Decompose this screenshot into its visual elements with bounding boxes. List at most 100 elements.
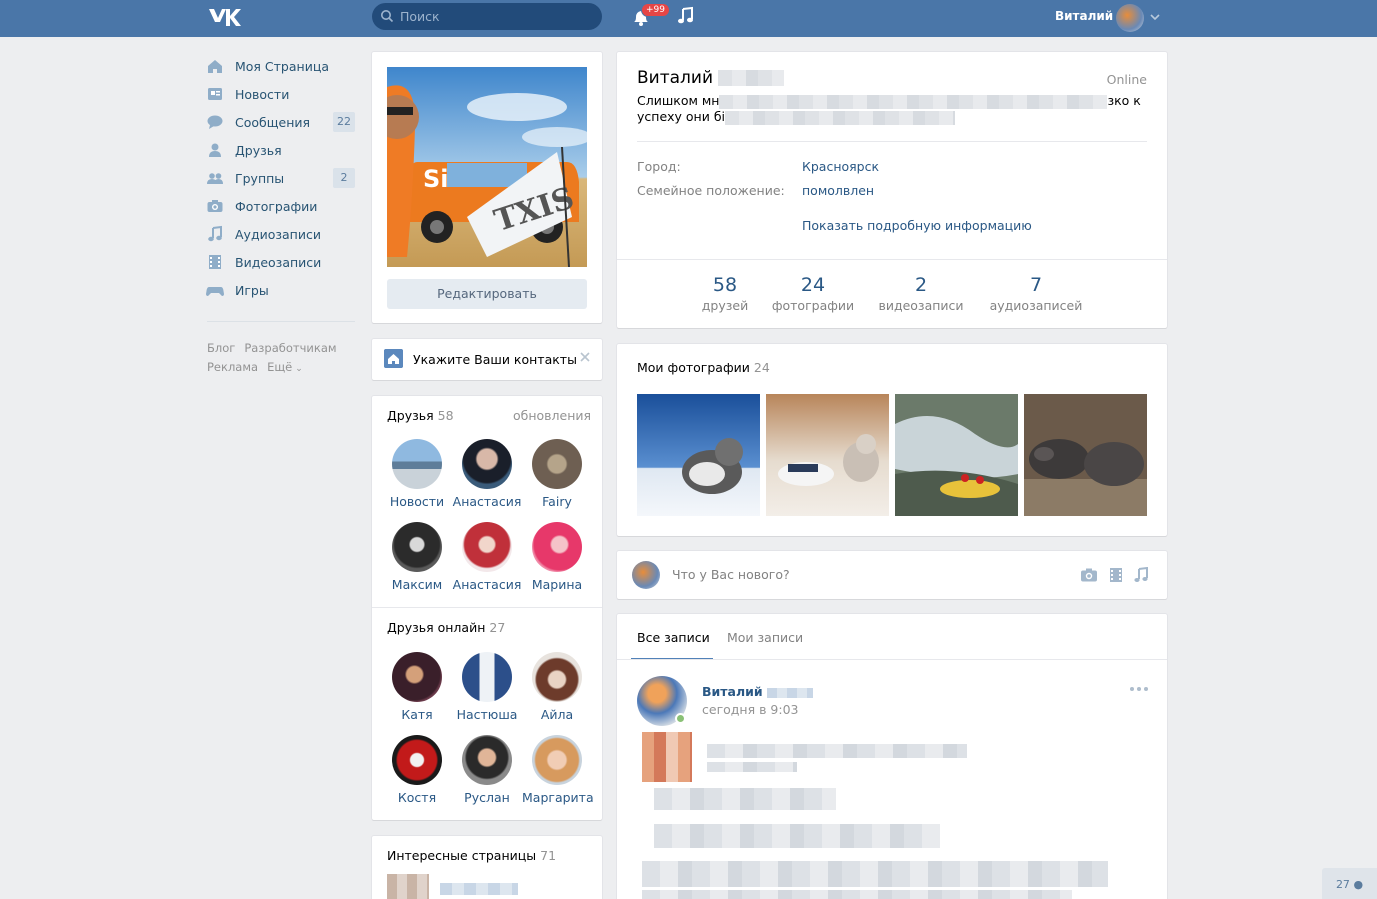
counter-videos[interactable]: 2 видеозаписи <box>875 274 967 313</box>
photo-thumbnail[interactable] <box>766 394 889 516</box>
info-label: Семейное положение: <box>637 183 785 198</box>
header-avatar[interactable] <box>1116 4 1144 32</box>
header-user-name[interactable]: Виталий <box>1055 9 1113 23</box>
vk-logo-icon[interactable] <box>207 6 241 28</box>
chevron-down-icon[interactable]: ⌄ <box>295 364 303 374</box>
friend-online-item[interactable]: Катя <box>382 652 452 722</box>
friend-item[interactable]: Максим <box>382 522 452 592</box>
friend-online-item[interactable]: Настюша <box>452 652 522 722</box>
photo-thumbnail[interactable] <box>637 394 760 516</box>
friends-count: 58 <box>437 408 454 423</box>
friend-name: Маргарита <box>522 790 594 805</box>
blurred-block <box>707 762 797 772</box>
sidebar-item-label: Новости <box>235 86 290 102</box>
photo-cat-snow <box>637 394 760 516</box>
close-icon[interactable] <box>578 350 592 364</box>
counter-label: аудиозаписей <box>989 298 1083 313</box>
sidebar-item-audio[interactable]: Аудиозаписи <box>205 220 355 248</box>
counter-label: друзей <box>701 298 749 313</box>
online-status: Online <box>1106 72 1147 87</box>
interesting-page-name-blurred <box>440 883 518 895</box>
profile-name: Виталий <box>637 68 785 88</box>
profile-photo[interactable]: Si TXIS <box>387 67 587 267</box>
groups-count-badge: 2 <box>333 168 355 188</box>
search-placeholder: Поиск <box>400 9 440 24</box>
sidebar-item-my-page[interactable]: Моя Страница <box>205 52 355 80</box>
friends-updates-link[interactable]: обновления <box>513 408 591 423</box>
info-value-link[interactable]: помолвлен <box>802 183 874 198</box>
friends-online-title[interactable]: Друзья онлайн 27 <box>387 620 505 635</box>
friend-name: Новости <box>389 494 445 509</box>
counter-number: 24 <box>800 274 826 296</box>
online-count-badge[interactable]: 27 ● <box>1322 868 1377 899</box>
counter-audio[interactable]: 7 аудиозаписей <box>986 274 1086 313</box>
sidebar-item-photos[interactable]: Фотографии <box>205 192 355 220</box>
search-input[interactable]: Поиск <box>372 3 602 30</box>
avatar <box>462 652 512 702</box>
avatar <box>532 652 582 702</box>
sidebar-item-messages[interactable]: Сообщения 22 <box>205 108 355 136</box>
edit-profile-button[interactable]: Редактировать <box>387 279 587 309</box>
sidebar-item-friends[interactable]: Друзья <box>205 136 355 164</box>
my-photos-title[interactable]: Мои фотографии 24 <box>637 360 770 375</box>
blurred-status-text <box>719 94 1108 109</box>
sidebar-footer-links: Блог Разработчикам Реклама Ещё ⌄ <box>205 339 355 379</box>
film-icon[interactable] <box>1107 567 1125 583</box>
sidebar-item-video[interactable]: Видеозаписи <box>205 248 355 276</box>
footer-link-developers[interactable]: Разработчикам <box>244 341 336 355</box>
counter-number: 58 <box>712 274 738 296</box>
friend-online-item[interactable]: Айла <box>522 652 592 722</box>
friend-item[interactable]: Марина <box>522 522 592 592</box>
tab-all-posts[interactable]: Все записи <box>637 630 710 645</box>
photo-thumbnail[interactable] <box>895 394 1018 516</box>
avatar <box>532 439 582 489</box>
sidebar-item-games[interactable]: Игры <box>205 276 355 304</box>
more-icon[interactable] <box>1129 686 1149 692</box>
sidebar-item-groups[interactable]: Группы 2 <box>205 164 355 192</box>
counter-number: 2 <box>914 274 928 296</box>
tab-my-posts[interactable]: Мои записи <box>727 630 803 645</box>
interesting-page-avatar[interactable] <box>387 874 429 899</box>
music-icon[interactable] <box>1132 567 1150 583</box>
friends-online-title-text: Друзья онлайн <box>387 620 486 635</box>
counter-photos[interactable]: 24 фотографии <box>770 274 856 313</box>
search-icon <box>381 10 394 23</box>
friend-online-item[interactable]: Руслан <box>452 735 522 805</box>
post-timestamp[interactable]: сегодня в 9:03 <box>702 702 799 717</box>
avatar <box>532 522 582 572</box>
friend-online-item[interactable]: Костя <box>382 735 452 805</box>
profile-status-text[interactable]: Слишком мн зко к успеху они бі <box>637 93 1147 125</box>
music-icon <box>208 225 222 242</box>
info-value-link[interactable]: Красноярск <box>802 159 879 174</box>
sidebar-item-news[interactable]: Новости <box>205 80 355 108</box>
music-icon[interactable] <box>676 6 696 26</box>
friends-title[interactable]: Друзья 58 <box>387 408 454 423</box>
camera-icon[interactable] <box>1080 567 1098 583</box>
blurred-block <box>654 824 940 848</box>
sidebar-item-label: Аудиозаписи <box>235 226 321 242</box>
friend-item[interactable]: Анастасия <box>452 522 522 592</box>
contacts-prompt-card[interactable]: Укажите Ваши контакты <box>372 339 602 380</box>
friend-item[interactable]: Анастасия <box>452 439 522 509</box>
new-post-input[interactable]: Что у Вас нового? <box>672 567 790 582</box>
status-text-start: Слишком мн <box>637 93 720 108</box>
chevron-down-icon[interactable] <box>1150 13 1160 21</box>
friend-name: Настюша <box>456 707 518 722</box>
footer-link-ads[interactable]: Реклама <box>207 360 258 374</box>
counter-friends[interactable]: 58 друзей <box>695 274 755 313</box>
friend-item[interactable]: Новости <box>382 439 452 509</box>
sidebar-divider <box>207 321 355 322</box>
friend-online-item[interactable]: Маргарита <box>522 735 594 805</box>
footer-link-blog[interactable]: Блог <box>207 341 235 355</box>
friend-item[interactable]: Fairy <box>522 439 592 509</box>
blurred-surname <box>767 687 813 698</box>
blurred-status-text <box>725 110 956 125</box>
photo-thumbnail[interactable] <box>1024 394 1147 516</box>
show-full-info-link[interactable]: Показать подробную информацию <box>802 218 1032 233</box>
footer-link-more[interactable]: Ещё <box>267 360 292 374</box>
interesting-pages-title[interactable]: Интересные страницы 71 <box>387 848 556 863</box>
contacts-prompt-text: Укажите Ваши контакты <box>413 352 577 367</box>
post-author[interactable]: Виталий <box>702 684 813 699</box>
top-header: Поиск +99 Виталий <box>0 0 1377 37</box>
profile-divider <box>617 259 1167 260</box>
